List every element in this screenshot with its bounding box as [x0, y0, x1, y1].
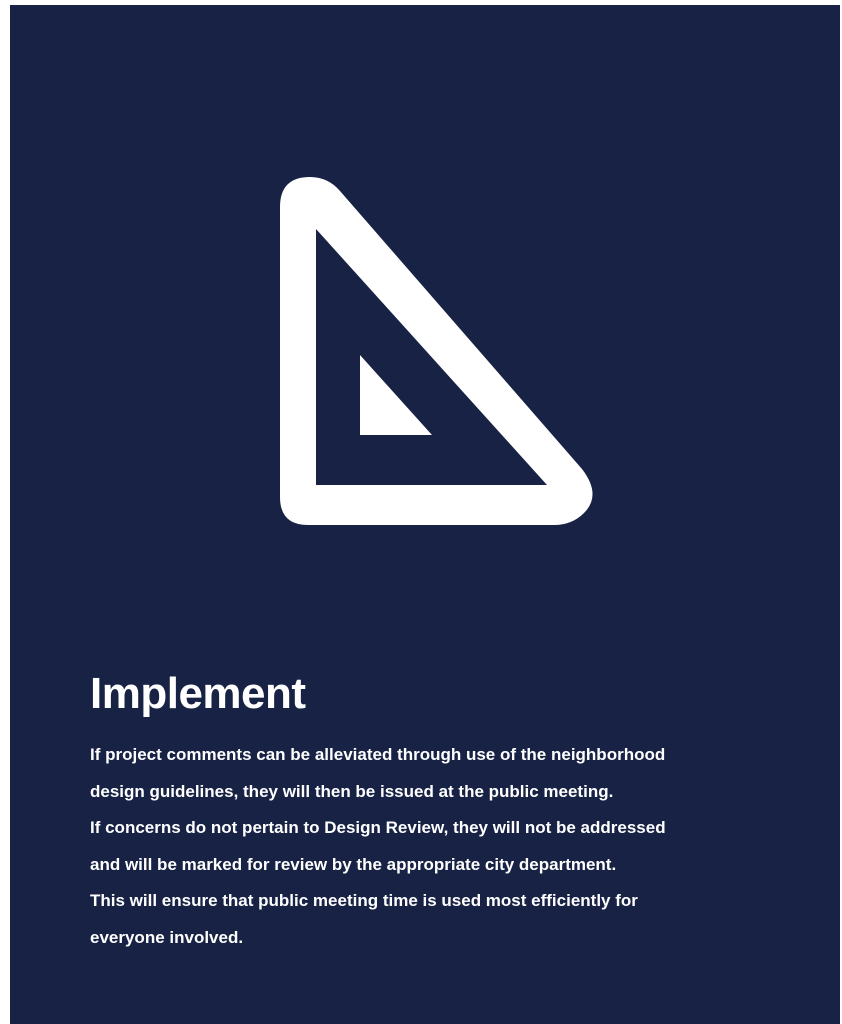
description-line: If concerns do not pertain to Design Rev… [90, 818, 666, 837]
page-title: Implement [90, 669, 306, 718]
implement-card: Implement If project comments can be all… [10, 5, 840, 1024]
description-line: design guidelines, they will then be iss… [90, 781, 614, 801]
description-line: everyone involved. [90, 927, 244, 947]
set-square-triangle-icon [272, 175, 602, 531]
description-paragraph: If project comments can be alleviated th… [90, 737, 810, 956]
description-line: and will be marked for review by the app… [90, 854, 617, 874]
description-line: If project comments can be alleviated th… [90, 745, 666, 764]
description-line: This will ensure that public meeting tim… [90, 891, 638, 910]
